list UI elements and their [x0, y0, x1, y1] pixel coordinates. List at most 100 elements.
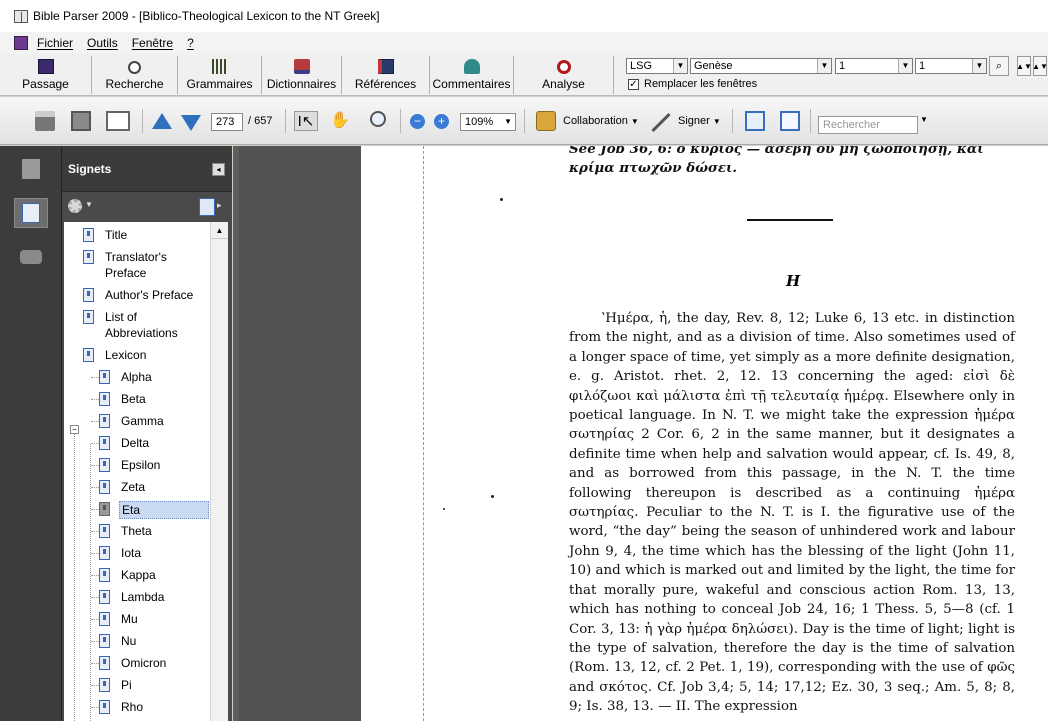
- bookmark-authors-preface[interactable]: Author's Preface: [83, 287, 195, 303]
- bookmark-zeta[interactable]: Zeta: [99, 479, 147, 495]
- zoom-out-icon[interactable]: −: [410, 114, 425, 129]
- select-cursor-icon[interactable]: I↖: [294, 111, 318, 131]
- title-bar: Bible Parser 2009 - [Biblico-Theological…: [0, 0, 1048, 32]
- references-button[interactable]: Références: [342, 56, 430, 94]
- chevron-down-icon: ▼: [817, 59, 831, 73]
- lexicon-entry-paragraph: ʽΗμέρα, ἡ, the day, Rev. 8, 12; Luke 6, …: [569, 311, 1015, 715]
- document-window-icon[interactable]: [14, 36, 28, 50]
- spin-down-button[interactable]: ▲▼: [1032, 56, 1048, 76]
- bookmark-nu[interactable]: Nu: [99, 633, 138, 649]
- bookmark-kappa[interactable]: Kappa: [99, 567, 158, 583]
- references-icon: [377, 59, 394, 74]
- bookmark-list-of-abbreviations[interactable]: List of Abbreviations: [83, 309, 203, 341]
- hand-tool-icon[interactable]: ✋: [330, 111, 350, 131]
- collapse-panel-button[interactable]: ◂: [212, 163, 225, 176]
- fit-width-icon[interactable]: [745, 111, 765, 131]
- next-page-icon[interactable]: [181, 115, 201, 131]
- zoom-select[interactable]: 109% ▼: [460, 113, 516, 131]
- page-margin-line: [423, 146, 424, 721]
- total-pages: / 657: [248, 115, 273, 127]
- save-icon[interactable]: [71, 111, 91, 131]
- email-icon[interactable]: [106, 111, 130, 131]
- spin-arrows-icon: ▲▼: [1016, 61, 1032, 71]
- bookmark-lexicon[interactable]: Lexicon: [83, 347, 148, 363]
- pages-panel-button[interactable]: [14, 154, 48, 184]
- previous-page-icon[interactable]: [152, 113, 172, 129]
- bookmark-mu[interactable]: Mu: [99, 611, 140, 627]
- bookmark-icon: [99, 458, 110, 472]
- bookmark-tree: − Title Translator's Preface Author's Pr…: [64, 222, 228, 721]
- zoom-in-icon[interactable]: +: [434, 114, 449, 129]
- bookmark-delta[interactable]: Delta: [99, 435, 151, 451]
- bookmark-icon: [99, 700, 110, 714]
- sign-menu[interactable]: Signer ▼: [678, 115, 721, 127]
- menu-help[interactable]: ?: [187, 36, 194, 50]
- chevron-down-icon: ▼: [898, 59, 912, 73]
- collaboration-icon[interactable]: [536, 111, 556, 131]
- toolbar-divider: [810, 109, 811, 133]
- commentaires-button[interactable]: Commentaires: [430, 56, 514, 94]
- bookmarks-panel-button[interactable]: [14, 198, 48, 228]
- document-viewer[interactable]: See Job 36, 6: ὁ κύριος — ἀσεβῆ οὐ μὴ ζω…: [233, 146, 1048, 721]
- bookmark-lambda[interactable]: Lambda: [99, 589, 166, 605]
- version-select[interactable]: LSG ▼: [626, 58, 688, 74]
- bookmark-icon: [99, 502, 110, 516]
- bookmark-icon: [99, 546, 110, 560]
- bookmark-translators-preface[interactable]: Translator's Preface: [83, 249, 203, 281]
- bookmark-scrollbar[interactable]: ▲: [210, 222, 228, 721]
- bookmark-icon: [83, 348, 94, 362]
- passage-button[interactable]: Passage: [0, 56, 92, 94]
- search-input[interactable]: Rechercher: [818, 116, 918, 134]
- text-line: See Job 36, 6: ὁ κύριος — ἀσεβῆ οὐ μὴ ζω…: [569, 146, 984, 157]
- chevron-down-icon[interactable]: ▼: [920, 115, 928, 124]
- menu-fichier[interactable]: Fichier: [37, 36, 73, 50]
- pages-icon: [22, 159, 40, 179]
- analyse-icon: [556, 60, 571, 74]
- recherche-button[interactable]: Recherche: [92, 56, 178, 94]
- bookmark-alpha[interactable]: Alpha: [99, 369, 154, 385]
- fit-page-icon[interactable]: [780, 111, 800, 131]
- panel-splitter[interactable]: [233, 146, 239, 721]
- section-rule: [747, 219, 833, 221]
- gear-icon[interactable]: [68, 199, 82, 213]
- scroll-up-icon[interactable]: ▲: [211, 222, 228, 239]
- find-panel-button[interactable]: [14, 242, 48, 272]
- new-bookmark-icon[interactable]: [199, 198, 215, 216]
- bookmark-icon: [99, 414, 110, 428]
- chevron-down-icon: ▼: [673, 59, 687, 73]
- lookup-button[interactable]: ⌕: [989, 56, 1009, 76]
- bookmark-epsilon[interactable]: Epsilon: [99, 457, 162, 473]
- book-select[interactable]: Genèse ▼: [690, 58, 832, 74]
- grammaires-button[interactable]: Grammaires: [178, 56, 262, 94]
- pdf-page: See Job 36, 6: ὁ κύριος — ἀσεβῆ οὐ μὴ ζω…: [361, 146, 1048, 721]
- replace-windows-checkbox[interactable]: ✓ Remplacer les fenêtres: [628, 78, 757, 90]
- menu-fenetre[interactable]: Fenêtre: [132, 36, 173, 50]
- scan-speck: [500, 198, 503, 201]
- bookmarks-header: Signets ◂: [62, 146, 232, 192]
- commentary-icon: [463, 59, 480, 74]
- collapse-node-icon[interactable]: −: [70, 425, 79, 434]
- bookmark-eta[interactable]: Eta: [99, 501, 209, 519]
- bookmark-icon: [99, 524, 110, 538]
- bookmark-iota[interactable]: Iota: [99, 545, 143, 561]
- dictionnaires-button[interactable]: Dictionnaires: [262, 56, 342, 94]
- bookmark-title[interactable]: Title: [83, 227, 129, 243]
- spin-up-button[interactable]: ▲▼: [1016, 56, 1032, 76]
- menu-outils[interactable]: Outils: [87, 36, 118, 50]
- zoom-tool-icon[interactable]: [370, 111, 386, 127]
- chapter-select[interactable]: 1 ▼: [835, 58, 913, 74]
- analyse-button[interactable]: Analyse: [514, 56, 614, 94]
- collaboration-menu[interactable]: Collaboration ▼: [563, 115, 639, 127]
- page-number-input[interactable]: 273: [211, 113, 243, 131]
- bookmark-omicron[interactable]: Omicron: [99, 655, 168, 671]
- bookmark-beta[interactable]: Beta: [99, 391, 148, 407]
- bookmark-gamma[interactable]: Gamma: [99, 413, 166, 429]
- print-icon[interactable]: [35, 111, 55, 131]
- chevron-down-icon: ▼: [712, 117, 721, 126]
- bookmark-theta[interactable]: Theta: [99, 523, 154, 539]
- scan-speck: [491, 495, 494, 498]
- verse-select[interactable]: 1 ▼: [915, 58, 987, 74]
- pen-icon[interactable]: [651, 112, 671, 133]
- bookmark-pi[interactable]: Pi: [99, 677, 134, 693]
- bookmark-rho[interactable]: Rho: [99, 699, 145, 715]
